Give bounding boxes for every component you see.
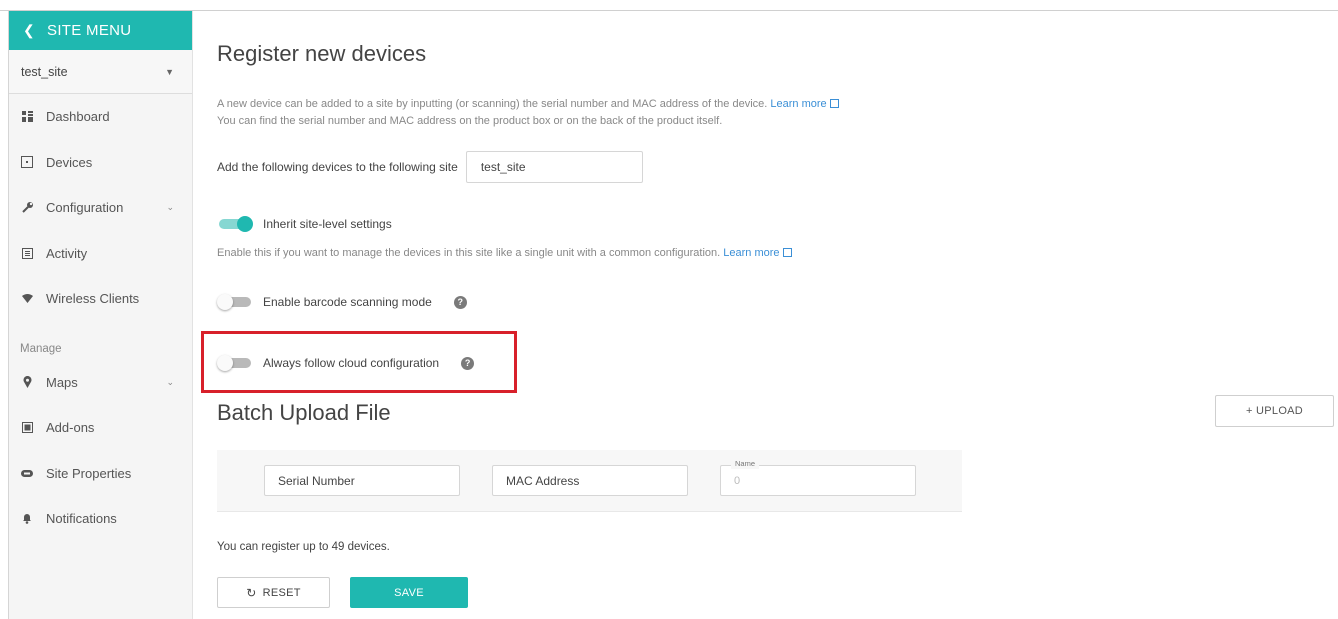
target-site-field[interactable]: test_site [465, 151, 643, 183]
dashboard-icon [20, 110, 34, 124]
sidebar-item-label: Activity [46, 245, 88, 261]
external-link-icon [829, 99, 839, 108]
refresh-icon: ↻ [246, 585, 257, 600]
barcode-mode-toggle[interactable] [217, 294, 253, 310]
inherit-settings-row: Inherit site-level settings [217, 216, 392, 232]
target-site-label: Add the following devices to the followi… [217, 160, 458, 174]
inherit-settings-label: Inherit site-level settings [263, 217, 392, 231]
toggle-knob [217, 294, 233, 310]
addons-icon [20, 421, 34, 435]
learn-more-link[interactable]: Learn more [723, 247, 792, 259]
cloud-config-toggle[interactable] [217, 355, 253, 371]
sidebar-item-devices[interactable]: Devices [9, 140, 192, 186]
device-limit-text: You can register up to 49 devices. [217, 541, 390, 553]
batch-upload-title: Batch Upload File [217, 400, 391, 425]
sidebar-item-label: Wireless Clients [46, 291, 140, 307]
learn-more-label: Learn more [723, 247, 780, 259]
help-icon[interactable]: ? [461, 356, 475, 370]
top-border [0, 0, 1338, 11]
target-site-row: Add the following devices to the followi… [217, 151, 643, 183]
chevron-down-icon: ⌄ [166, 376, 174, 387]
sidebar-item-dashboard[interactable]: Dashboard [9, 94, 192, 140]
devices-icon [20, 155, 34, 169]
device-entry-row: Serial Number MAC Address Name 0 [217, 450, 962, 512]
mac-address-field[interactable]: MAC Address [492, 465, 688, 496]
site-selector[interactable]: test_site ▼ [9, 50, 192, 94]
sidebar-item-label: Maps [46, 374, 78, 390]
wrench-icon [20, 201, 34, 215]
inherit-settings-description: Enable this if you want to manage the de… [217, 247, 792, 259]
link-icon [20, 466, 34, 480]
sidebar-item-label: Configuration [46, 200, 124, 216]
intro-line-1: A new device can be added to a site by i… [217, 98, 768, 110]
wifi-icon [20, 292, 34, 306]
learn-more-label: Learn more [770, 98, 827, 110]
help-icon[interactable]: ? [453, 295, 467, 309]
site-selector-value: test_site [21, 64, 68, 79]
device-name-field[interactable]: Name 0 [720, 459, 916, 496]
map-pin-icon [20, 375, 34, 389]
upload-button[interactable]: + UPLOAD [1215, 395, 1334, 427]
barcode-mode-label: Enable barcode scanning mode [263, 295, 432, 309]
toggle-knob [237, 216, 253, 232]
sidebar-item-activity[interactable]: Activity [9, 231, 192, 277]
manage-section-heading: Manage [20, 342, 62, 355]
cloud-config-row: Always follow cloud configuration ? [217, 355, 475, 371]
device-name-value: 0 [734, 474, 741, 487]
sidebar-item-maps[interactable]: Maps ⌄ [9, 360, 192, 406]
inherit-settings-toggle[interactable] [217, 216, 253, 232]
external-link-icon [782, 248, 792, 257]
sidebar-item-label: Notifications [46, 511, 117, 527]
cloud-config-label: Always follow cloud configuration [263, 356, 440, 370]
chevron-down-icon: ⌄ [166, 202, 174, 213]
reset-button[interactable]: ↻ RESET [217, 577, 330, 608]
sidebar-item-site-properties[interactable]: Site Properties [9, 451, 192, 497]
learn-more-link[interactable]: Learn more [770, 98, 839, 110]
site-menu-sidebar: ❮ SITE MENU test_site ▼ Dashboard Device… [8, 11, 193, 619]
intro-line-2: You can find the serial number and MAC a… [217, 115, 723, 127]
caret-down-icon: ▼ [165, 66, 174, 77]
sidebar-item-notifications[interactable]: Notifications [9, 496, 192, 542]
serial-number-placeholder: Serial Number [278, 473, 355, 488]
target-site-value: test_site [480, 160, 526, 174]
chevron-left-icon: ❮ [23, 22, 36, 38]
sidebar-item-label: Devices [46, 154, 93, 170]
bell-icon [20, 512, 34, 526]
inherit-description-text: Enable this if you want to manage the de… [217, 247, 721, 259]
barcode-mode-row: Enable barcode scanning mode ? [217, 294, 467, 310]
intro-text: A new device can be added to a site by i… [217, 96, 839, 130]
site-menu-title: SITE MENU [47, 22, 132, 39]
reset-label: RESET [262, 586, 301, 599]
site-menu-header[interactable]: ❮ SITE MENU [9, 11, 192, 50]
mac-address-placeholder: MAC Address [506, 473, 580, 488]
sidebar-item-label: Dashboard [46, 109, 110, 125]
register-devices-panel: Register new devices A new device can be… [193, 11, 1338, 619]
toggle-knob [217, 355, 233, 371]
sidebar-item-add-ons[interactable]: Add-ons [9, 405, 192, 451]
save-button[interactable]: SAVE [350, 577, 468, 608]
sidebar-item-label: Add-ons [46, 420, 95, 436]
sidebar-item-wireless-clients[interactable]: Wireless Clients [9, 276, 192, 322]
device-name-label: Name [731, 459, 760, 469]
sidebar-item-label: Site Properties [46, 465, 132, 481]
serial-number-field[interactable]: Serial Number [264, 465, 460, 496]
sidebar-item-configuration[interactable]: Configuration ⌄ [9, 185, 192, 231]
page-title: Register new devices [217, 41, 427, 66]
activity-icon [20, 246, 34, 260]
